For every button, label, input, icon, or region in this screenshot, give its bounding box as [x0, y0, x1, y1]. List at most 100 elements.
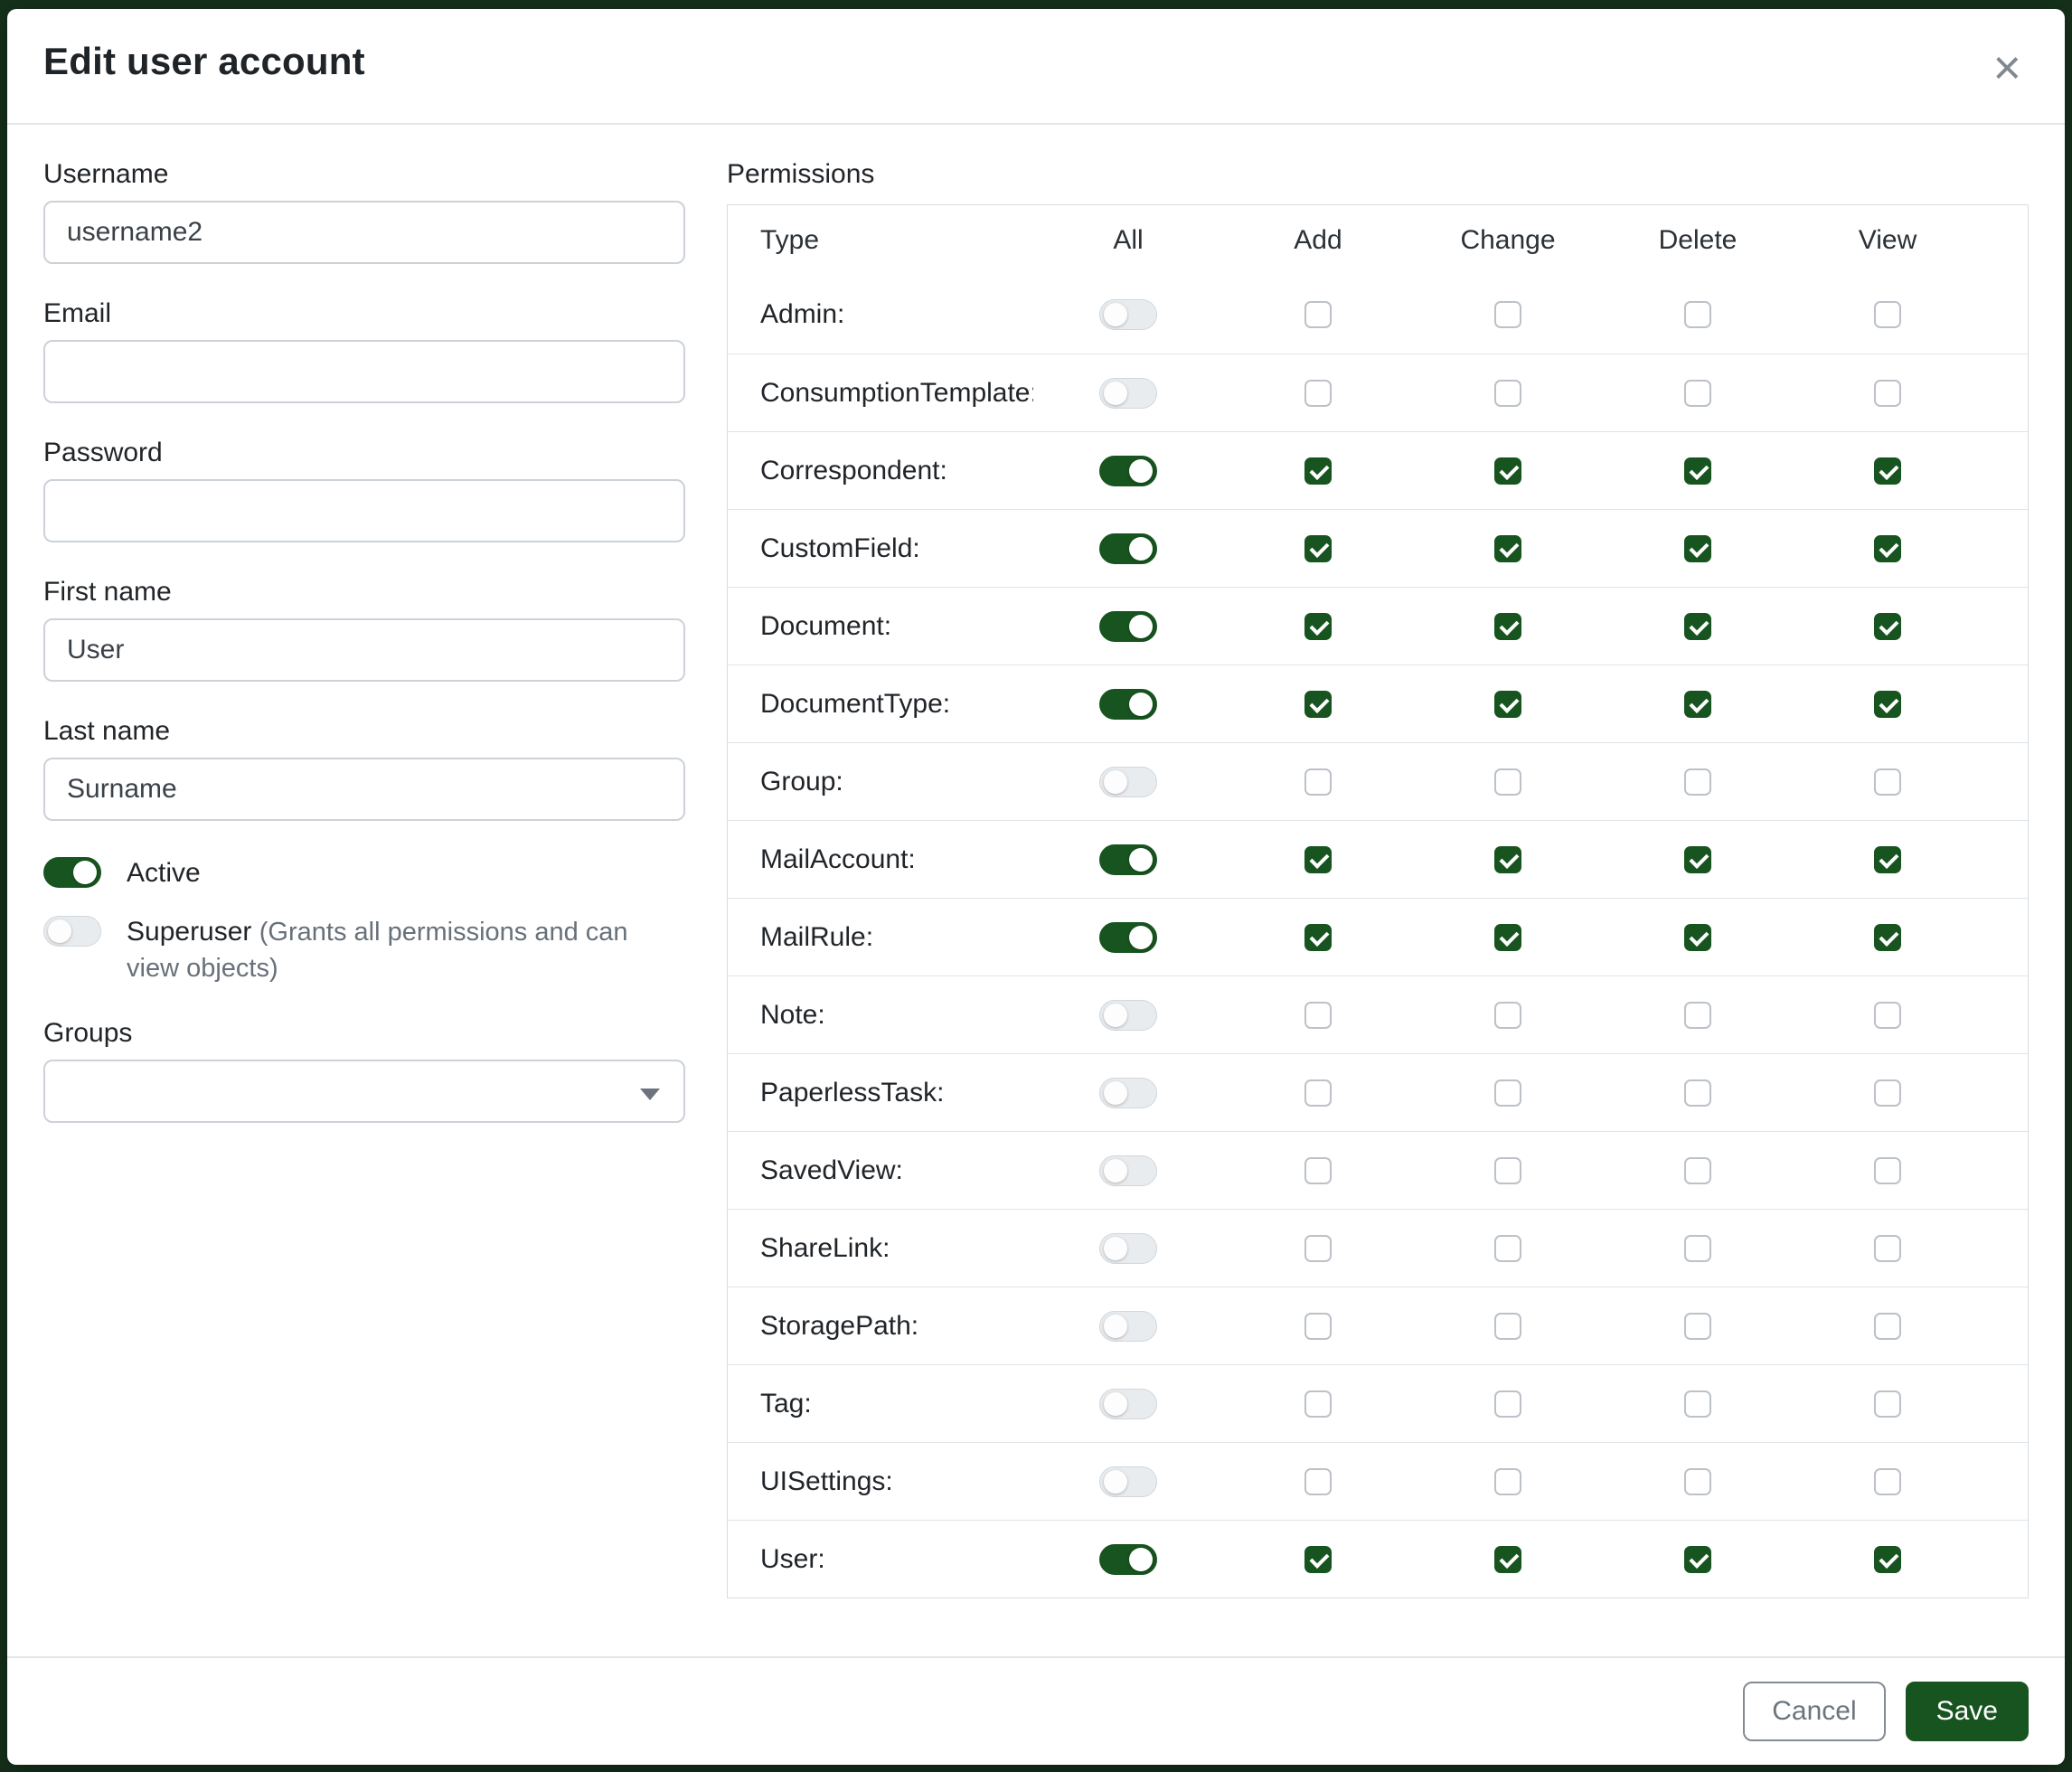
permission-delete-checkbox[interactable]	[1684, 301, 1711, 328]
permission-add-checkbox[interactable]	[1304, 457, 1332, 485]
permission-all-toggle[interactable]	[1099, 767, 1157, 797]
permission-add-checkbox[interactable]	[1304, 613, 1332, 640]
permission-change-checkbox[interactable]	[1494, 768, 1521, 796]
permission-delete-checkbox[interactable]	[1684, 768, 1711, 796]
permission-view-checkbox[interactable]	[1874, 768, 1901, 796]
cancel-button[interactable]: Cancel	[1743, 1682, 1885, 1741]
password-field[interactable]	[43, 479, 685, 542]
permission-all-toggle[interactable]	[1099, 456, 1157, 486]
permission-add-checkbox[interactable]	[1304, 1313, 1332, 1340]
permission-change-checkbox[interactable]	[1494, 380, 1521, 407]
permission-change-checkbox[interactable]	[1494, 1079, 1521, 1107]
permission-change-checkbox[interactable]	[1494, 1313, 1521, 1340]
permission-change-checkbox[interactable]	[1494, 457, 1521, 485]
permission-all-toggle[interactable]	[1099, 1078, 1157, 1108]
permission-add-checkbox[interactable]	[1304, 691, 1332, 718]
permission-delete-checkbox[interactable]	[1684, 1313, 1711, 1340]
permission-all-toggle[interactable]	[1099, 611, 1157, 642]
permission-change-checkbox[interactable]	[1494, 924, 1521, 951]
permission-change-checkbox[interactable]	[1494, 1157, 1521, 1184]
permission-change-checkbox[interactable]	[1494, 301, 1521, 328]
permission-change-checkbox[interactable]	[1494, 613, 1521, 640]
first-name-field[interactable]	[43, 618, 685, 682]
permission-all-toggle[interactable]	[1099, 1000, 1157, 1031]
permission-view-checkbox[interactable]	[1874, 1468, 1901, 1495]
permission-add-checkbox[interactable]	[1304, 1235, 1332, 1262]
permission-view-checkbox[interactable]	[1874, 613, 1901, 640]
permission-add-checkbox[interactable]	[1304, 380, 1332, 407]
permission-add-checkbox[interactable]	[1304, 846, 1332, 873]
permission-delete-checkbox[interactable]	[1684, 1002, 1711, 1029]
close-icon[interactable]: ×	[1985, 40, 2029, 96]
superuser-toggle[interactable]	[43, 916, 101, 947]
permission-all-toggle[interactable]	[1099, 533, 1157, 564]
permission-all-toggle[interactable]	[1099, 1311, 1157, 1342]
permission-change-checkbox[interactable]	[1494, 1468, 1521, 1495]
permission-add-checkbox[interactable]	[1304, 1546, 1332, 1573]
permission-view-checkbox[interactable]	[1874, 1235, 1901, 1262]
groups-select[interactable]	[43, 1060, 685, 1123]
permission-view-checkbox[interactable]	[1874, 301, 1901, 328]
permission-add-checkbox[interactable]	[1304, 1002, 1332, 1029]
permission-delete-checkbox[interactable]	[1684, 924, 1711, 951]
permission-add-checkbox[interactable]	[1304, 1468, 1332, 1495]
permission-delete-checkbox[interactable]	[1684, 1390, 1711, 1418]
last-name-field[interactable]	[43, 758, 685, 821]
permission-change-cell	[1413, 535, 1603, 562]
permission-delete-checkbox[interactable]	[1684, 1235, 1711, 1262]
permission-all-toggle[interactable]	[1099, 1155, 1157, 1186]
permission-view-checkbox[interactable]	[1874, 457, 1901, 485]
permission-view-checkbox[interactable]	[1874, 691, 1901, 718]
permission-add-checkbox[interactable]	[1304, 924, 1332, 951]
permission-change-checkbox[interactable]	[1494, 691, 1521, 718]
permission-view-checkbox[interactable]	[1874, 1157, 1901, 1184]
save-button[interactable]: Save	[1906, 1682, 2029, 1741]
permission-delete-checkbox[interactable]	[1684, 691, 1711, 718]
permission-all-toggle[interactable]	[1099, 1544, 1157, 1575]
username-input[interactable]	[43, 201, 685, 264]
permission-delete-checkbox[interactable]	[1684, 1468, 1711, 1495]
permission-delete-checkbox[interactable]	[1684, 535, 1711, 562]
permission-view-checkbox[interactable]	[1874, 380, 1901, 407]
permission-all-toggle[interactable]	[1099, 1389, 1157, 1419]
permission-view-checkbox[interactable]	[1874, 1079, 1901, 1107]
permission-all-toggle[interactable]	[1099, 1233, 1157, 1264]
permission-add-checkbox[interactable]	[1304, 535, 1332, 562]
permission-delete-checkbox[interactable]	[1684, 1546, 1711, 1573]
permission-view-checkbox[interactable]	[1874, 924, 1901, 951]
permission-change-checkbox[interactable]	[1494, 1235, 1521, 1262]
permission-change-checkbox[interactable]	[1494, 535, 1521, 562]
permission-add-checkbox[interactable]	[1304, 1157, 1332, 1184]
permission-add-checkbox[interactable]	[1304, 768, 1332, 796]
permission-view-cell	[1793, 613, 1983, 640]
permission-view-checkbox[interactable]	[1874, 1546, 1901, 1573]
permission-all-toggle[interactable]	[1099, 844, 1157, 875]
permission-view-checkbox[interactable]	[1874, 1002, 1901, 1029]
permission-add-checkbox[interactable]	[1304, 301, 1332, 328]
permission-add-checkbox[interactable]	[1304, 1390, 1332, 1418]
permission-delete-checkbox[interactable]	[1684, 1079, 1711, 1107]
permission-view-checkbox[interactable]	[1874, 846, 1901, 873]
permission-delete-checkbox[interactable]	[1684, 846, 1711, 873]
permission-change-checkbox[interactable]	[1494, 1002, 1521, 1029]
permission-change-checkbox[interactable]	[1494, 1546, 1521, 1573]
permission-add-checkbox[interactable]	[1304, 1079, 1332, 1107]
permission-change-checkbox[interactable]	[1494, 846, 1521, 873]
permission-view-checkbox[interactable]	[1874, 1390, 1901, 1418]
permission-all-toggle[interactable]	[1099, 922, 1157, 953]
permission-delete-checkbox[interactable]	[1684, 613, 1711, 640]
permission-all-toggle[interactable]	[1099, 378, 1157, 409]
permission-all-toggle[interactable]	[1099, 689, 1157, 720]
permission-all-toggle[interactable]	[1099, 1466, 1157, 1497]
active-toggle[interactable]	[43, 857, 101, 888]
permission-delete-checkbox[interactable]	[1684, 457, 1711, 485]
permission-view-checkbox[interactable]	[1874, 535, 1901, 562]
permission-delete-checkbox[interactable]	[1684, 1157, 1711, 1184]
permission-all-toggle[interactable]	[1099, 299, 1157, 330]
email-field[interactable]	[43, 340, 685, 403]
permission-view-checkbox[interactable]	[1874, 1313, 1901, 1340]
permission-delete-checkbox[interactable]	[1684, 380, 1711, 407]
permission-change-cell	[1413, 613, 1603, 640]
permission-change-checkbox[interactable]	[1494, 1390, 1521, 1418]
permission-change-cell	[1413, 1313, 1603, 1340]
